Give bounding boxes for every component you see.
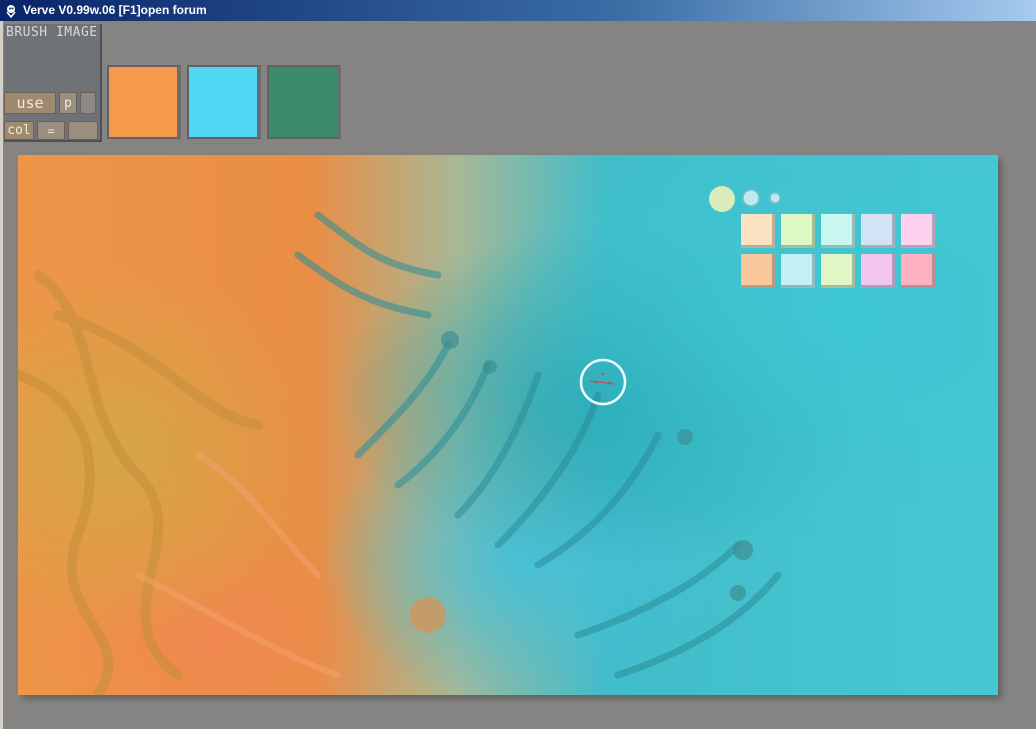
palette-swatch-5[interactable] <box>901 214 935 248</box>
col-slider[interactable] <box>68 121 98 140</box>
verve-app-icon <box>6 4 16 18</box>
brush-size-indicators <box>709 186 781 212</box>
swatch-green[interactable] <box>267 65 341 139</box>
use-button[interactable]: use <box>4 92 56 114</box>
swatch-orange[interactable] <box>107 65 181 139</box>
brush-image-panel[interactable]: BRUSH IMAGE use p col = <box>4 24 102 142</box>
window-title: Verve V0.99w.06 [F1]open forum <box>23 3 207 17</box>
palette-swatch-9[interactable] <box>861 254 895 288</box>
palette-swatch-10[interactable] <box>901 254 935 288</box>
eq-button[interactable]: = <box>37 121 65 140</box>
brush-cursor-icon <box>579 358 627 406</box>
window-left-border <box>0 21 3 729</box>
brush-image-label: BRUSH IMAGE <box>6 25 98 40</box>
use-button-label: use <box>16 94 44 112</box>
palette-swatch-2[interactable] <box>781 214 815 248</box>
palette-swatch-3[interactable] <box>821 214 855 248</box>
palette-swatch-4[interactable] <box>861 214 895 248</box>
palette-swatch-8[interactable] <box>821 254 855 288</box>
eq-button-label: = <box>47 123 55 138</box>
color-palette <box>741 214 935 288</box>
palette-swatch-1[interactable] <box>741 214 775 248</box>
palette-swatch-6[interactable] <box>741 254 775 288</box>
palette-swatch-7[interactable] <box>781 254 815 288</box>
swatch-cyan[interactable] <box>187 65 261 139</box>
col-button-label: col <box>7 123 31 138</box>
aux-button[interactable] <box>80 92 96 114</box>
p-button[interactable]: p <box>59 92 77 114</box>
p-button-label: p <box>64 95 72 111</box>
window-titlebar[interactable]: Verve V0.99w.06 [F1]open forum <box>0 0 1036 21</box>
col-button[interactable]: col <box>4 121 34 140</box>
